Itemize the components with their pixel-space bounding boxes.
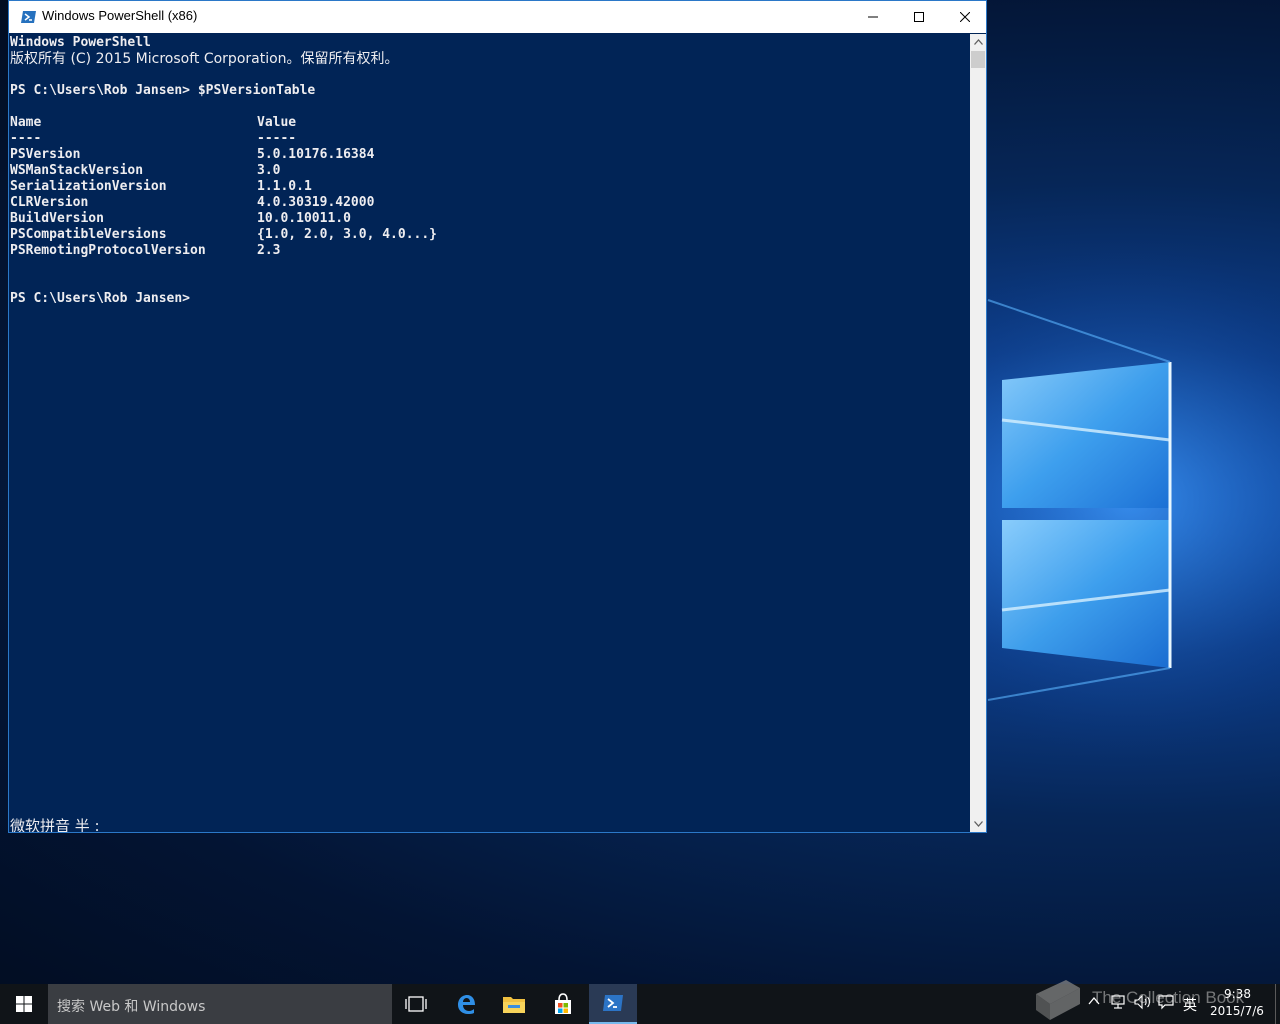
folder-icon	[503, 997, 525, 1013]
message-icon	[1158, 995, 1174, 1010]
powershell-icon	[603, 995, 623, 1011]
taskbar-edge-button[interactable]	[442, 984, 490, 1024]
taskbar-file-explorer-button[interactable]	[490, 984, 538, 1024]
table-row-value: 10.0.10011.0	[257, 211, 351, 226]
clock-time[interactable]: 9:38	[1224, 987, 1251, 1001]
volume-button[interactable]	[1134, 994, 1152, 1014]
table-row-value: 2.3	[257, 243, 281, 258]
close-icon	[960, 12, 970, 22]
show-desktop-button[interactable]	[1275, 984, 1280, 1024]
network-button[interactable]	[1110, 994, 1126, 1014]
table-row-value: 4.0.30319.42000	[257, 195, 375, 210]
speaker-icon	[1134, 994, 1150, 1010]
store-icon	[555, 993, 571, 1014]
table-row-value: 1.1.0.1	[257, 179, 312, 194]
powershell-icon	[21, 11, 36, 23]
action-center-button[interactable]	[1158, 994, 1174, 1014]
console-prompt-command: PS C:\Users\Rob Jansen> $PSVersionTable	[10, 83, 316, 98]
table-row-name: PSVersion	[10, 147, 81, 162]
close-button[interactable]	[942, 1, 988, 33]
input-language-indicator[interactable]: 英	[1183, 995, 1197, 1015]
chevron-up-icon	[973, 39, 983, 45]
maximize-icon	[914, 12, 924, 22]
search-box[interactable]: 搜索 Web 和 Windows	[48, 984, 392, 1024]
table-row-value: {1.0, 2.0, 3.0, 4.0...}	[257, 227, 438, 242]
chevron-up-icon	[1088, 996, 1100, 1005]
edge-icon	[458, 995, 475, 1014]
table-row-name: PSCompatibleVersions	[10, 227, 167, 242]
task-view-button[interactable]	[392, 984, 440, 1024]
taskbar-powershell-button[interactable]	[589, 984, 637, 1024]
powershell-window[interactable]: Windows PowerShell (x86) Windows PowerSh…	[8, 0, 987, 833]
table-header-name: Name	[10, 115, 42, 130]
table-row-name: CLRVersion	[10, 195, 89, 210]
table-row-value: 3.0	[257, 163, 281, 178]
console-header-line: Windows PowerShell	[10, 35, 151, 50]
minimize-button[interactable]	[850, 1, 896, 33]
table-header-value: Value	[257, 115, 297, 130]
ime-status-line: 微软拼音 半 :	[10, 817, 100, 832]
chevron-down-icon	[973, 821, 983, 827]
title-bar[interactable]: Windows PowerShell (x86)	[9, 1, 986, 33]
scroll-down-button[interactable]	[970, 816, 986, 832]
minimize-icon	[868, 16, 878, 18]
table-row-name: SerializationVersion	[10, 179, 167, 194]
table-row-value: 5.0.10176.16384	[257, 147, 375, 162]
vertical-scrollbar[interactable]	[970, 34, 986, 832]
taskbar-store-button[interactable]	[539, 984, 587, 1024]
taskbar: 搜索 Web 和 Windows The Collection Book 英 9…	[0, 980, 1280, 1024]
task-view-icon	[405, 996, 427, 1012]
table-row-name: BuildVersion	[10, 211, 104, 226]
scroll-thumb[interactable]	[971, 51, 985, 68]
console-copyright-line: 版权所有 (C) 2015 Microsoft Corporation。保留所有…	[10, 51, 399, 67]
table-row-name: PSRemotingProtocolVersion	[10, 243, 206, 258]
network-icon	[1111, 995, 1125, 1009]
maximize-button[interactable]	[896, 1, 942, 33]
show-hidden-icons-button[interactable]	[1088, 994, 1100, 1010]
table-separator-value: -----	[257, 131, 297, 146]
clock-date[interactable]: 2015/7/6	[1210, 1004, 1264, 1018]
book-watermark-icon	[1036, 980, 1080, 1020]
table-row-name: WSManStackVersion	[10, 163, 144, 178]
console-prompt[interactable]: PS C:\Users\Rob Jansen>	[10, 291, 190, 307]
start-button[interactable]	[0, 984, 48, 1024]
table-separator-name: ----	[10, 131, 42, 146]
windows-start-icon	[16, 996, 32, 1012]
console-output[interactable]: Windows PowerShell 版权所有 (C) 2015 Microso…	[9, 34, 970, 832]
window-title: Windows PowerShell (x86)	[42, 8, 198, 23]
search-placeholder: 搜索 Web 和 Windows	[57, 999, 206, 1015]
scroll-up-button[interactable]	[970, 34, 986, 50]
